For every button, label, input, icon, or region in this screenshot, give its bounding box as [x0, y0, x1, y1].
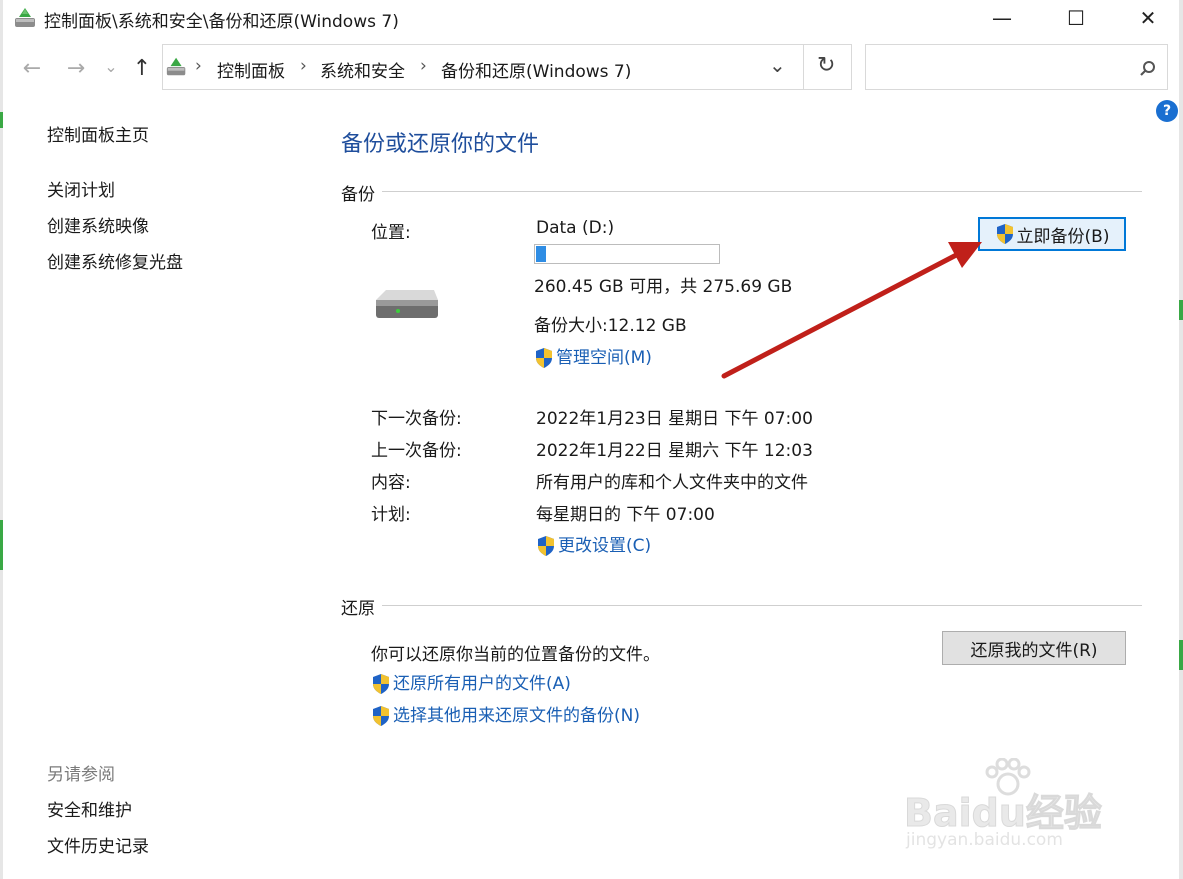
breadcrumb-separator: ›: [420, 56, 427, 76]
manage-space-label[interactable]: 管理空间(M): [556, 348, 652, 368]
schedule-label: 计划:: [371, 505, 411, 525]
restore-section-heading: 还原: [341, 599, 375, 619]
title-bar: 控制面板\系统和安全\备份和还原(Windows 7) — ☐ ✕: [3, 0, 1179, 38]
maximize-button[interactable]: ☐: [1047, 0, 1105, 36]
last-backup-label: 上一次备份:: [371, 441, 462, 461]
address-dropdown-icon[interactable]: ⌄: [769, 53, 786, 77]
last-backup-value: 2022年1月22日 星期六 下午 12:03: [536, 441, 813, 461]
restore-all-users-link[interactable]: 还原所有用户的文件(A): [371, 669, 571, 695]
right-window-edge: [1179, 0, 1183, 879]
uac-shield-icon: [536, 348, 552, 368]
contents-value: 所有用户的库和个人文件夹中的文件: [536, 473, 808, 493]
breadcrumb-control-panel[interactable]: 控制面板: [217, 57, 285, 82]
uac-shield-icon: [538, 536, 554, 556]
drive-usage-fill: [536, 246, 547, 262]
backup-restore-app-icon: [15, 8, 35, 27]
drive-usage-bar: [534, 244, 720, 264]
baidu-watermark: Baidu经验 jingyan.baidu.com: [900, 758, 1120, 858]
manage-space-link[interactable]: 管理空间(M): [534, 343, 652, 369]
contents-label: 内容:: [371, 473, 411, 493]
select-other-backup-link[interactable]: 选择其他用来还原文件的备份(N): [371, 701, 640, 727]
watermark-brand: Baidu经验: [904, 791, 1103, 836]
address-divider: [803, 45, 804, 89]
sidebar-item-file-history[interactable]: 文件历史记录: [47, 832, 149, 857]
breadcrumb-separator: ›: [300, 56, 307, 76]
backup-now-button[interactable]: 立即备份(B): [978, 217, 1126, 251]
backup-section-heading: 备份: [341, 185, 375, 205]
sidebar-control-panel-home[interactable]: 控制面板主页: [47, 121, 149, 146]
next-backup-label: 下一次备份:: [371, 409, 462, 429]
restore-description: 你可以还原你当前的位置备份的文件。: [371, 645, 660, 665]
sidebar-item-create-system-image[interactable]: 创建系统映像: [47, 212, 149, 237]
restore-section-divider: [382, 605, 1142, 606]
location-label: 位置:: [371, 223, 411, 243]
backup-section-divider: [382, 191, 1142, 192]
schedule-value: 每星期日的 下午 07:00: [536, 505, 715, 525]
close-button[interactable]: ✕: [1119, 0, 1177, 36]
change-settings-label[interactable]: 更改设置(C): [558, 536, 651, 556]
sidebar-item-create-repair-disc[interactable]: 创建系统修复光盘: [47, 248, 183, 273]
annotation-arrow-icon: [721, 242, 982, 379]
breadcrumb-backup-restore[interactable]: 备份和还原(Windows 7): [441, 57, 631, 82]
address-bar[interactable]: › 控制面板 › 系统和安全 › 备份和还原(Windows 7) ⌄ ↻: [162, 44, 852, 90]
back-arrow-icon[interactable]: ←: [18, 54, 46, 82]
recent-locations-icon[interactable]: ⌄: [100, 52, 122, 80]
search-box[interactable]: [865, 44, 1168, 90]
hard-drive-icon: [376, 290, 438, 318]
forward-arrow-icon[interactable]: →: [62, 54, 90, 82]
backup-size: 备份大小:12.12 GB: [534, 316, 687, 336]
search-icon[interactable]: [1139, 60, 1157, 78]
backup-now-label[interactable]: 立即备份(B): [1017, 222, 1110, 247]
help-icon[interactable]: ?: [1156, 100, 1178, 122]
page-title: 备份或还原你的文件: [341, 132, 540, 157]
watermark-url: jingyan.baidu.com: [906, 830, 1063, 850]
refresh-icon[interactable]: ↻: [817, 53, 835, 78]
left-window-edge: [0, 0, 3, 879]
restore-all-users-label[interactable]: 还原所有用户的文件(A): [393, 674, 571, 694]
up-arrow-icon[interactable]: ↑: [128, 54, 156, 82]
breadcrumb-separator: ›: [195, 56, 202, 76]
see-also-heading: 另请参阅: [47, 765, 115, 785]
minimize-button[interactable]: —: [973, 0, 1031, 36]
search-input[interactable]: [872, 53, 1126, 83]
drive-name: Data (D:): [536, 218, 615, 238]
select-other-backup-label[interactable]: 选择其他用来还原文件的备份(N): [393, 706, 640, 726]
uac-shield-icon: [373, 706, 389, 726]
change-settings-link[interactable]: 更改设置(C): [536, 531, 651, 557]
next-backup-value: 2022年1月23日 星期日 下午 07:00: [536, 409, 813, 429]
restore-my-files-button[interactable]: 还原我的文件(R): [942, 631, 1126, 665]
sidebar-item-turn-off-schedule[interactable]: 关闭计划: [47, 176, 115, 201]
window-title: 控制面板\系统和安全\备份和还原(Windows 7): [44, 12, 399, 32]
uac-shield-icon: [373, 674, 389, 694]
control-panel-icon: [166, 57, 186, 76]
sidebar-item-security-maintenance[interactable]: 安全和维护: [47, 796, 132, 821]
breadcrumb-system-security[interactable]: 系统和安全: [320, 57, 405, 82]
